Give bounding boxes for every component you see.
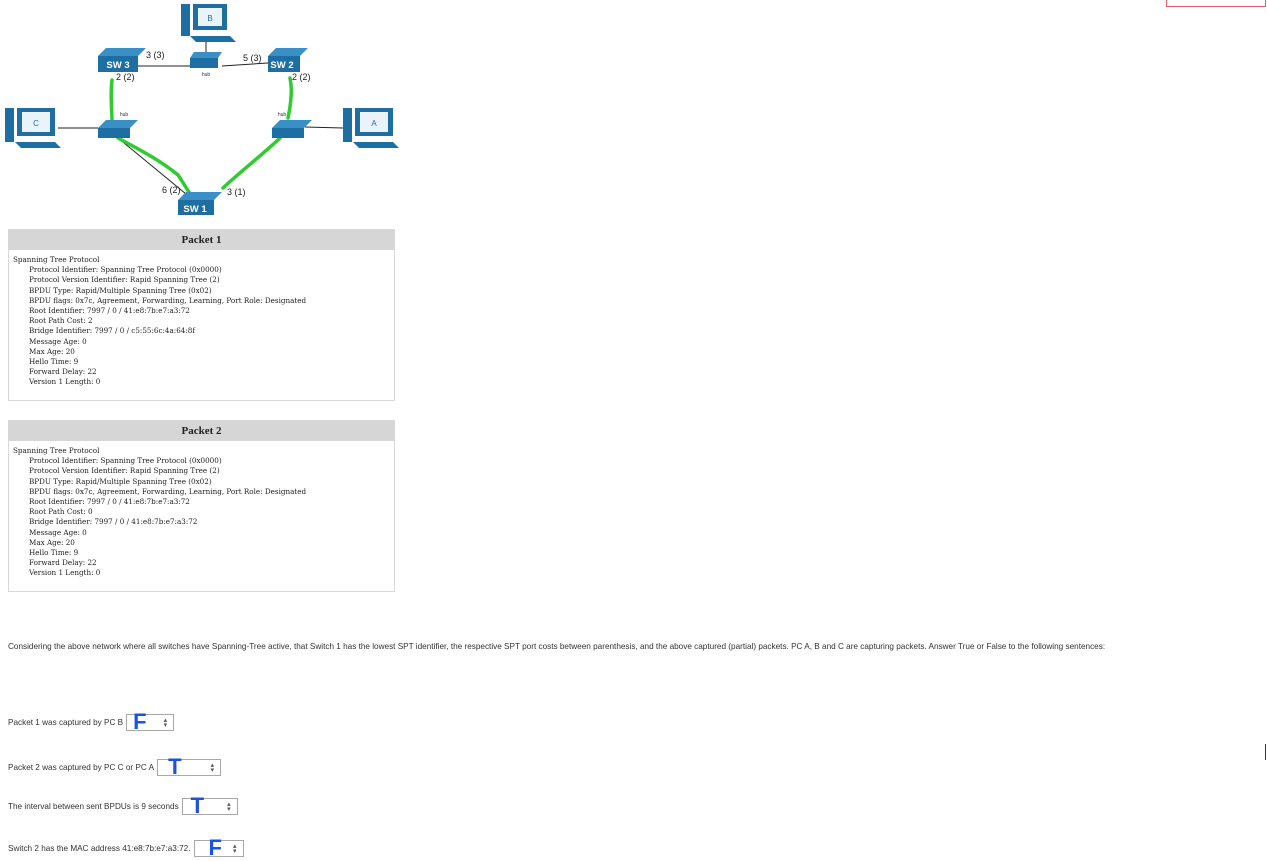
hub-right-label: hub <box>278 112 287 118</box>
packet-1-title: Packet 1 <box>9 230 394 250</box>
pc-b-label: B <box>207 14 212 23</box>
up-down-arrows-icon: ▴ ▾ <box>210 762 215 774</box>
packet-1-body: Spanning Tree Protocol Protocol Identifi… <box>9 250 394 400</box>
true-false-select[interactable]: F ▴ ▾ <box>193 835 244 860</box>
switch-2-label: SW 2 <box>270 60 293 71</box>
packet-2-field: Root Identifier: 7997 / 0 / 41:e8:7b:e7:… <box>29 497 190 507</box>
active-link-hub-right-sw1 <box>221 136 282 190</box>
answer-row-1: Packet 1 was captured by PC B F ▴ ▾ <box>8 709 175 734</box>
port-cost-sw2-left: 5 (3) <box>243 53 262 63</box>
packet-2-field: Hello Time: 9 <box>29 548 79 558</box>
pc-c-label: C <box>33 119 39 128</box>
pc-a-label: A <box>371 119 377 128</box>
packet-2-field: Bridge Identifier: 7997 / 0 / 41:e8:7b:e… <box>29 517 198 527</box>
port-cost-sw1-right: 3 (1) <box>227 187 246 197</box>
packet-2-body: Spanning Tree Protocol Protocol Identifi… <box>9 441 394 591</box>
up-down-arrows-icon: ▴ ▾ <box>227 801 231 813</box>
switch-1-icon: SW 1 <box>178 192 222 215</box>
top-right-frame <box>1166 0 1266 7</box>
port-cost-sw2-down: 2 (2) <box>292 72 311 82</box>
packet-1-field: Protocol Identifier: Spanning Tree Proto… <box>29 265 222 275</box>
answer-row-4: Switch 2 has the MAC address 41:e8:7b:e7… <box>8 835 244 860</box>
packet-1-field: Forward Delay: 22 <box>29 367 97 377</box>
packet-1-field: Bridge Identifier: 7997 / 0 / c5:55:6c:4… <box>29 326 195 336</box>
handwritten-mark: T <box>190 793 205 818</box>
port-cost-sw3-right: 3 (3) <box>146 50 165 60</box>
packet-2-panel: Packet 2 Spanning Tree Protocol Protocol… <box>8 420 395 592</box>
packet-1-panel: Packet 1 Spanning Tree Protocol Protocol… <box>8 229 395 401</box>
packet-1-field: Message Age: 0 <box>29 336 87 346</box>
handwritten-mark: T <box>168 754 182 779</box>
packet-2-field: Version 1 Length: 0 <box>29 568 101 578</box>
pc-a-icon: A <box>343 108 399 148</box>
answer-sentence: Packet 1 was captured by PC B <box>8 718 124 727</box>
answer-row-2: Packet 2 was captured by PC C or PC A T … <box>8 754 222 779</box>
packet-2-header: Spanning Tree Protocol <box>13 446 100 455</box>
handwritten-mark: F <box>208 835 222 860</box>
packet-1-field: Max Age: 20 <box>29 346 75 356</box>
packet-2-field: BPDU Type: Rapid/Multiple Spanning Tree … <box>29 476 212 486</box>
answer-row-3: The interval between sent BPDUs is 9 sec… <box>8 793 238 818</box>
switch-3-label: SW 3 <box>106 60 129 71</box>
packet-2-field: Forward Delay: 22 <box>29 558 97 568</box>
packet-1-header: Spanning Tree Protocol <box>13 255 100 264</box>
answer-sentence: Switch 2 has the MAC address 41:e8:7b:e7… <box>8 844 191 853</box>
packet-2-field: Message Age: 0 <box>29 527 87 537</box>
hub-top-label: hub <box>202 72 211 78</box>
hub-left-label: hub <box>120 112 129 118</box>
packet-1-field: Protocol Version Identifier: Rapid Spann… <box>29 275 220 285</box>
port-cost-sw3-down: 2 (2) <box>116 72 135 82</box>
text-cursor <box>1265 744 1266 760</box>
answer-sentence: The interval between sent BPDUs is 9 sec… <box>8 802 179 811</box>
true-false-select[interactable]: T ▴ ▾ <box>181 793 238 818</box>
up-down-arrows-icon: ▴ ▾ <box>163 717 168 729</box>
packet-2-field: BPDU flags: 0x7c, Agreement, Forwarding,… <box>29 486 307 496</box>
pc-b-icon: B <box>181 4 236 42</box>
link-hub-right-pca <box>304 126 344 129</box>
packet-2-field: Root Path Cost: 0 <box>29 507 93 517</box>
question-text: Considering the above network where all … <box>8 642 1106 651</box>
packet-1-field: Hello Time: 9 <box>29 357 79 367</box>
handwritten-mark: F <box>133 709 147 734</box>
true-false-select[interactable]: T ▴ ▾ <box>157 754 222 779</box>
packet-1-field: BPDU flags: 0x7c, Agreement, Forwarding,… <box>29 295 307 305</box>
active-link-sw3-hub-left <box>109 78 114 124</box>
port-cost-sw1-left: 6 (2) <box>162 185 181 195</box>
pc-c-icon: C <box>5 108 61 148</box>
network-diagram: B hub SW 3 3 (3) 2 (2) SW 2 5 (3) 2 (2) … <box>5 4 399 215</box>
packet-2-title: Packet 2 <box>9 421 394 441</box>
packet-1-field: BPDU Type: Rapid/Multiple Spanning Tree … <box>29 285 212 295</box>
hub-left-icon: hub <box>98 112 138 138</box>
answer-sentence: Packet 2 was captured by PC C or PC A <box>8 763 155 772</box>
packet-1-field: Root Path Cost: 2 <box>29 316 93 326</box>
hub-top-icon: hub <box>190 52 222 78</box>
packet-2-field: Protocol Version Identifier: Rapid Spann… <box>29 466 220 476</box>
up-down-arrows-icon: ▴ ▾ <box>233 843 237 855</box>
active-link-sw2-hub-right <box>286 76 293 120</box>
packet-1-field: Version 1 Length: 0 <box>29 377 101 387</box>
hub-right-icon: hub <box>272 112 312 138</box>
packet-2-field: Protocol Identifier: Spanning Tree Proto… <box>29 456 222 466</box>
packet-2-field: Max Age: 20 <box>29 537 75 547</box>
switch-2-icon: SW 2 <box>268 48 308 72</box>
true-false-select[interactable]: F ▴ ▾ <box>126 709 175 734</box>
packet-1-field: Root Identifier: 7997 / 0 / 41:e8:7b:e7:… <box>29 306 190 316</box>
switch-3-icon: SW 3 <box>98 48 146 72</box>
switch-1-label: SW 1 <box>183 204 207 215</box>
